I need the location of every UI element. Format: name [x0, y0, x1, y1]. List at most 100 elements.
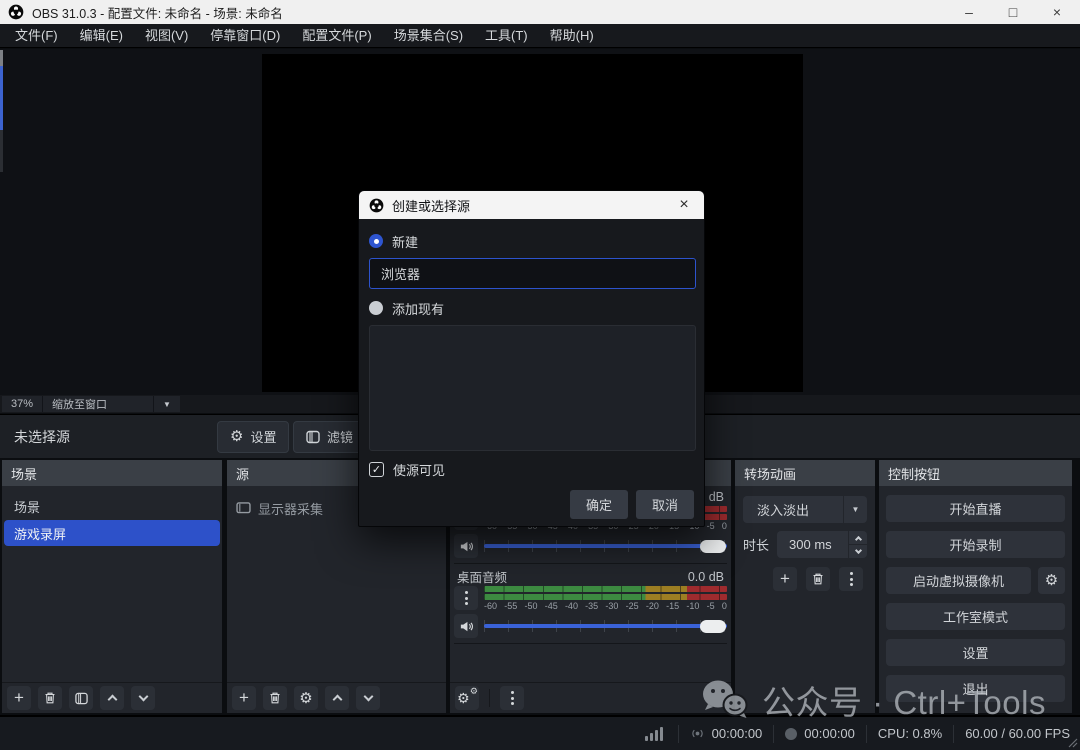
start-recording-button[interactable]: 开始录制 [886, 531, 1065, 558]
meter-tick-label: -35 [585, 601, 598, 611]
source-properties-button[interactable]: ⚙ [294, 686, 318, 710]
add-transition-button[interactable]: + [773, 567, 797, 591]
menu-item[interactable]: 场景集合(S) [383, 24, 474, 47]
move-scene-up-button[interactable] [100, 686, 124, 710]
start-streaming-button[interactable]: 开始直播 [886, 495, 1065, 522]
exit-button[interactable]: 退出 [886, 675, 1065, 702]
create-select-source-dialog: 创建或选择源 × 新建 添加现有 ✓ 使源可见 确定 取消 [358, 190, 705, 527]
edge-sliver [0, 130, 3, 172]
signal-bars-icon [645, 727, 663, 741]
existing-sources-list[interactable] [369, 325, 696, 451]
move-source-up-button[interactable] [325, 686, 349, 710]
menu-item[interactable]: 工具(T) [474, 24, 539, 47]
controls-panel-header[interactable]: 控制按钮 [879, 460, 1072, 486]
transition-menu-button[interactable] [839, 567, 863, 591]
meter-tick-label: -30 [605, 601, 618, 611]
fps-readout: 60.00 / 60.00 FPS [965, 726, 1070, 741]
scenes-panel-header[interactable]: 场景 [2, 460, 222, 486]
meter-tick-label: -45 [545, 601, 558, 611]
volume-slider[interactable] [484, 536, 727, 556]
add-existing-label: 添加现有 [392, 299, 444, 318]
trash-icon [43, 691, 57, 705]
zoom-percent: 37% [2, 396, 42, 412]
advanced-audio-button[interactable]: ⚙⚙ [455, 686, 479, 710]
stream-time-group: 00:00:00 [690, 726, 763, 741]
remove-source-button[interactable] [263, 686, 287, 710]
maximize-button[interactable]: □ [1004, 0, 1022, 24]
make-source-visible-checkbox[interactable]: ✓ 使源可见 [369, 460, 694, 478]
mixer-kebab-button[interactable] [454, 586, 478, 610]
duration-label: 时长 [743, 535, 769, 554]
dialog-close-button[interactable]: × [674, 196, 694, 214]
radio-selected-icon [369, 234, 383, 248]
mixer-menu-button[interactable] [500, 686, 524, 710]
source-properties-button[interactable]: ⚙ 设置 [217, 421, 289, 453]
menu-item[interactable]: 帮助(H) [539, 24, 605, 47]
chevron-down-icon: ▼ [154, 396, 180, 412]
meter-scale: -60-55-50-45-40-35-30-25-20-15-10-50 [484, 601, 727, 611]
volume-slider-handle[interactable] [700, 620, 726, 633]
gear-icon: ⚙ [230, 429, 243, 444]
record-time-group: 00:00:00 [785, 726, 855, 741]
menu-item[interactable]: 配置文件(P) [291, 24, 382, 47]
start-virtual-camera-button[interactable]: 启动虚拟摄像机 [886, 567, 1031, 594]
remove-transition-button[interactable] [806, 567, 830, 591]
add-existing-radio[interactable]: 添加现有 [369, 299, 694, 317]
create-new-radio[interactable]: 新建 [369, 232, 694, 250]
duration-decrease-button[interactable] [849, 544, 867, 558]
remove-scene-button[interactable] [38, 686, 62, 710]
create-new-label: 新建 [392, 232, 418, 251]
resize-grip[interactable] [1068, 738, 1078, 748]
advanced-audio-icon: ⚙⚙ [459, 690, 475, 706]
kebab-menu-icon [850, 572, 853, 586]
source-name-input[interactable] [369, 258, 696, 289]
mute-button[interactable] [454, 614, 478, 638]
menu-item[interactable]: 编辑(E) [69, 24, 134, 47]
mixer-volume-value: dB [709, 490, 724, 504]
meter-tick-label: 0 [722, 601, 727, 611]
meter-tick-label: -15 [666, 601, 679, 611]
duration-increase-button[interactable] [849, 531, 867, 544]
preview-zoom-select[interactable]: 37% 缩放至窗口 ▼ [2, 396, 180, 412]
move-source-down-button[interactable] [356, 686, 380, 710]
mixer-source-name: 桌面音频 [457, 567, 507, 586]
transition-select[interactable]: 淡入淡出 ▼ [743, 496, 867, 523]
ok-button[interactable]: 确定 [570, 490, 628, 519]
meter-tick-label: -55 [504, 601, 517, 611]
scenes-footer: + [2, 682, 222, 713]
add-source-button[interactable]: + [232, 686, 256, 710]
minimize-button[interactable]: – [960, 0, 978, 24]
chevron-down-icon [363, 692, 373, 702]
volume-slider-handle[interactable] [700, 540, 726, 553]
cancel-button[interactable]: 取消 [636, 490, 694, 519]
settings-button[interactable]: 设置 [886, 639, 1065, 666]
meter-tick-label: -25 [626, 601, 639, 611]
no-source-label: 未选择源 [14, 427, 70, 447]
edge-sliver [0, 50, 3, 66]
mute-button[interactable] [454, 534, 478, 558]
volume-slider[interactable] [484, 616, 727, 636]
add-scene-button[interactable]: + [7, 686, 31, 710]
speaker-icon [459, 619, 474, 634]
menu-item[interactable]: 停靠窗口(D) [199, 24, 291, 47]
close-button[interactable]: × [1048, 0, 1066, 24]
source-filters-button[interactable]: 滤镜 [293, 421, 366, 453]
dialog-titlebar[interactable]: 创建或选择源 × [359, 191, 704, 219]
scene-list-item[interactable]: 游戏录屏 [4, 520, 220, 546]
source-item-label: 显示器采集 [258, 499, 323, 518]
record-icon [785, 728, 797, 740]
window-titlebar[interactable]: OBS 31.0.3 - 配置文件: 未命名 - 场景: 未命名 – □ × [0, 0, 1080, 24]
transitions-panel-header[interactable]: 转场动画 [735, 460, 875, 486]
scene-filters-button[interactable] [69, 686, 93, 710]
chevron-down-icon: ▼ [852, 505, 860, 514]
scene-list-item[interactable]: 场景 [4, 493, 220, 519]
studio-mode-button[interactable]: 工作室模式 [886, 603, 1065, 630]
checkbox-checked-icon: ✓ [369, 462, 384, 477]
menu-item[interactable]: 视图(V) [134, 24, 199, 47]
cpu-usage: CPU: 0.8% [878, 726, 942, 741]
menu-item[interactable]: 文件(F) [4, 24, 69, 47]
move-scene-down-button[interactable] [131, 686, 155, 710]
transition-duration-spinner[interactable]: 300 ms [777, 531, 867, 558]
virtual-camera-settings-button[interactable]: ⚙ [1038, 567, 1065, 594]
controls-panel: 控制按钮 开始直播 开始录制 启动虚拟摄像机 ⚙ 工作室模式 设置 退出 [879, 460, 1072, 713]
